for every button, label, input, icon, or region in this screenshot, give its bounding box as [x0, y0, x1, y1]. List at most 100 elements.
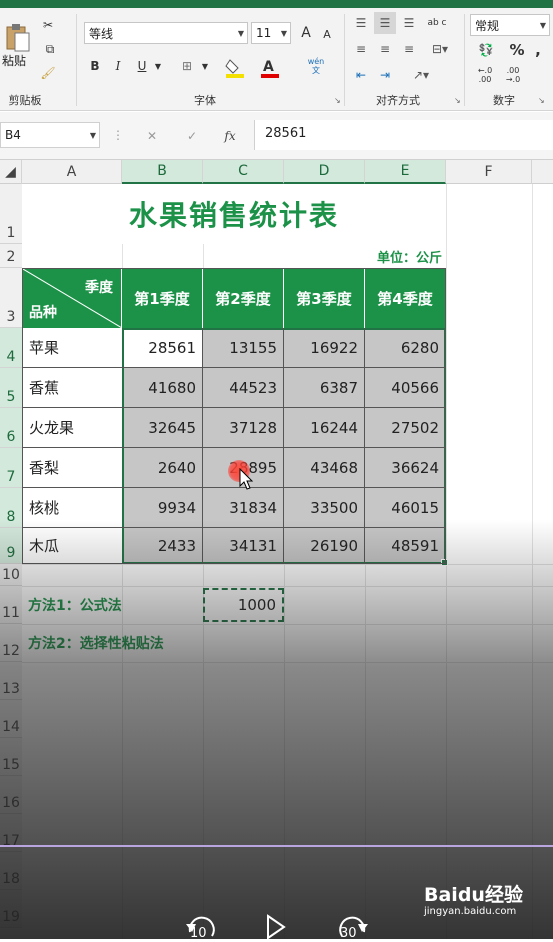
row-header-9[interactable]: 9	[0, 528, 22, 564]
orientation-icon[interactable]: ↗▾	[406, 64, 436, 86]
italic-button[interactable]: I	[110, 56, 126, 76]
value-cell[interactable]: 34131	[203, 528, 284, 564]
row-header-19[interactable]: 19	[0, 890, 22, 928]
corner-header-cell[interactable]: 季度 品种	[23, 269, 122, 328]
column-header-f[interactable]: F	[446, 160, 532, 184]
method2-cell[interactable]: 方法2：选择性粘贴法	[28, 624, 288, 662]
forward-button[interactable]: 30	[332, 912, 372, 941]
bold-button[interactable]: B	[86, 56, 104, 76]
header-q3[interactable]: 第3季度	[284, 269, 365, 328]
row-header-1[interactable]: 1	[0, 184, 22, 244]
increase-indent-icon[interactable]: ⇥	[374, 64, 396, 86]
value-cell[interactable]: 6387	[284, 368, 365, 408]
value-cell[interactable]: 43468	[284, 448, 365, 488]
comma-button[interactable]: ,	[530, 40, 546, 60]
value-cell[interactable]: 33500	[284, 488, 365, 528]
value-cell[interactable]: 16244	[284, 408, 365, 448]
value-cell[interactable]: 36624	[365, 448, 446, 488]
fruit-name-cell[interactable]: 苹果	[23, 328, 122, 368]
row-header-13[interactable]: 13	[0, 662, 22, 700]
align-right-icon[interactable]: ≡	[398, 38, 420, 60]
confirm-icon[interactable]: ✓	[180, 126, 204, 146]
cut-icon[interactable]: ✂	[38, 16, 58, 34]
row-header-18[interactable]: 18	[0, 852, 22, 890]
phonetic-button[interactable]: wén 文	[304, 54, 328, 78]
percent-button[interactable]: %	[508, 40, 526, 60]
row-header-6[interactable]: 6	[0, 408, 22, 448]
column-header-a[interactable]: A	[22, 160, 122, 184]
drag-handle-icon[interactable]: ⋮	[112, 128, 124, 142]
align-center-icon[interactable]: ≡	[374, 38, 396, 60]
worksheet-grid[interactable]: 1 2 3 4 5 6 7 8 9 10 11 12 13 14 15 16 1…	[0, 184, 553, 939]
header-q4[interactable]: 第4季度	[365, 269, 445, 328]
currency-icon[interactable]: 💱	[472, 40, 500, 60]
dialog-launcher-icon[interactable]: ↘	[334, 96, 341, 105]
decrease-decimal-button[interactable]: .00 →.0	[500, 64, 526, 86]
border-icon[interactable]: ⊞	[176, 56, 198, 76]
font-name-combo[interactable]: 等线 ▼	[84, 22, 248, 44]
value-cell[interactable]: 6280	[365, 328, 446, 368]
row-header-14[interactable]: 14	[0, 700, 22, 738]
fruit-name-cell[interactable]: 香梨	[23, 448, 122, 488]
align-middle-icon[interactable]: ☰	[374, 12, 396, 34]
row-header-12[interactable]: 12	[0, 624, 22, 662]
shrink-font-button[interactable]: A	[320, 26, 334, 42]
row-header-5[interactable]: 5	[0, 368, 22, 408]
value-cell[interactable]: 26190	[284, 528, 365, 564]
formula-input[interactable]: 28561	[254, 120, 553, 150]
value-cell[interactable]: 37128	[203, 408, 284, 448]
increase-decimal-button[interactable]: ←.0 .00	[472, 64, 498, 86]
align-left-icon[interactable]: ≡	[350, 38, 372, 60]
font-color-button[interactable]: A	[260, 58, 282, 78]
value-cell[interactable]: 32645	[122, 408, 203, 448]
value-cell[interactable]: 40566	[365, 368, 446, 408]
cancel-icon[interactable]: ✕	[140, 126, 164, 146]
value-cell[interactable]: 13155	[203, 328, 284, 368]
column-header-d[interactable]: D	[284, 160, 365, 184]
fruit-name-cell[interactable]: 核桃	[23, 488, 122, 528]
merge-center-icon[interactable]: ⊟▾	[426, 38, 454, 60]
fill-color-button[interactable]	[224, 58, 246, 78]
value-cell[interactable]: 2433	[122, 528, 203, 564]
copy-icon[interactable]: ⧉	[38, 40, 62, 58]
align-bottom-icon[interactable]: ☰	[398, 12, 420, 34]
play-button[interactable]	[264, 914, 288, 940]
row-header-11[interactable]: 11	[0, 586, 22, 624]
value-cell[interactable]: 9934	[122, 488, 203, 528]
name-box[interactable]: B4 ▼	[0, 122, 100, 148]
row-header-16[interactable]: 16	[0, 776, 22, 814]
header-q2[interactable]: 第2季度	[203, 269, 284, 328]
grow-font-button[interactable]: A	[298, 24, 314, 42]
row-header-7[interactable]: 7	[0, 448, 22, 488]
value-cell[interactable]: 28561	[122, 328, 203, 368]
unit-label[interactable]: 单位：公斤	[284, 244, 446, 268]
column-header-b[interactable]: B	[122, 160, 203, 184]
insert-function-button[interactable]: fx	[216, 126, 244, 146]
row-header-4[interactable]: 4	[0, 328, 22, 368]
row-header-8[interactable]: 8	[0, 488, 22, 528]
value-cell[interactable]: 48591	[365, 528, 446, 564]
fruit-name-cell[interactable]: 火龙果	[23, 408, 122, 448]
dialog-launcher-icon[interactable]: ↘	[454, 96, 461, 105]
value-cell[interactable]: 44523	[203, 368, 284, 408]
font-size-combo[interactable]: 11 ▼	[251, 22, 291, 44]
value-cell[interactable]: 16922	[284, 328, 365, 368]
rewind-button[interactable]: 10	[182, 912, 222, 941]
video-progress-bar[interactable]	[0, 845, 553, 847]
align-top-icon[interactable]: ☰	[350, 12, 372, 34]
underline-button[interactable]: U	[134, 56, 150, 76]
chevron-down-icon[interactable]: ▼	[152, 56, 164, 76]
method1-cell[interactable]: 方法1：公式法	[28, 586, 208, 624]
number-format-combo[interactable]: 常规 ▼	[470, 14, 550, 36]
column-header-e[interactable]: E	[365, 160, 446, 184]
chevron-down-icon[interactable]: ▼	[200, 56, 210, 76]
value-cell[interactable]: 46015	[365, 488, 446, 528]
dialog-launcher-icon[interactable]: ↘	[538, 96, 545, 105]
copy-source-cell[interactable]: 1000	[203, 588, 284, 622]
select-all-corner[interactable]: ◢	[0, 160, 22, 184]
value-cell[interactable]: 2640	[122, 448, 203, 488]
column-header-c[interactable]: C	[203, 160, 284, 184]
value-cell[interactable]: 41680	[122, 368, 203, 408]
decrease-indent-icon[interactable]: ⇤	[350, 64, 372, 86]
fruit-name-cell[interactable]: 木瓜	[23, 528, 122, 564]
